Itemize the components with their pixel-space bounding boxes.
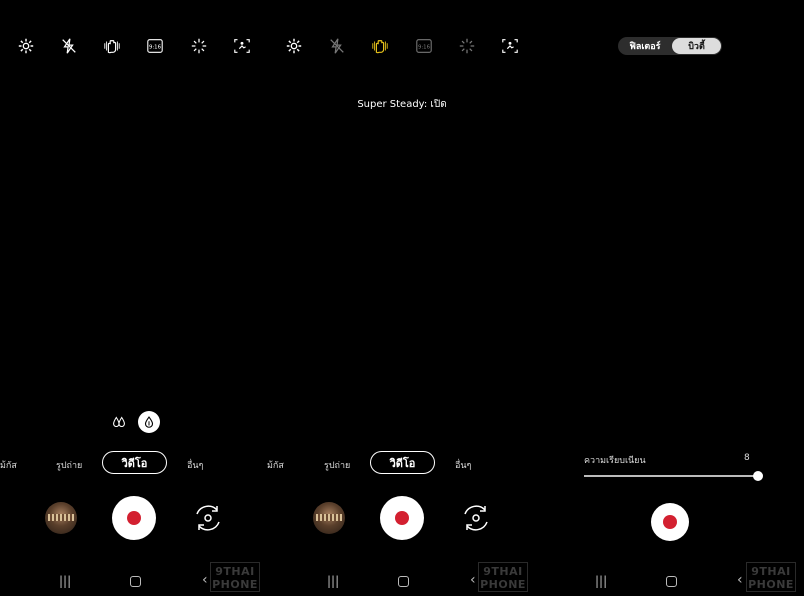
super-steady-icon[interactable] <box>371 37 389 55</box>
watermark-line2: PHONE <box>748 578 794 591</box>
filter-tab[interactable]: ฟิลเตอร์ <box>618 37 672 55</box>
mode-video[interactable]: วิดีโอ <box>370 451 435 474</box>
home-icon[interactable] <box>398 576 409 587</box>
aspect-ratio-icon[interactable]: 9:16 <box>146 37 164 55</box>
gallery-thumbnail[interactable] <box>45 502 77 534</box>
smoothness-value: 8 <box>744 453 750 463</box>
gallery-thumbnail[interactable] <box>313 502 345 534</box>
beauty-tab[interactable]: บิวตี้ <box>672 38 721 54</box>
watermark-line1: 9THAI <box>215 565 255 578</box>
switch-camera-icon[interactable] <box>191 501 225 535</box>
recent-apps-icon[interactable]: ||| <box>327 574 339 588</box>
watermark: 9THAI PHONE <box>210 562 260 592</box>
switch-camera-icon[interactable] <box>459 501 493 535</box>
settings-icon[interactable] <box>17 37 35 55</box>
home-icon[interactable] <box>666 576 677 587</box>
flash-off-icon[interactable] <box>60 37 78 55</box>
stabilizer-off-icon[interactable] <box>110 413 128 431</box>
motion-icon[interactable] <box>501 37 519 55</box>
mode-more[interactable]: อื่นๆ <box>455 458 471 472</box>
back-icon[interactable]: ‹ <box>470 572 476 588</box>
watermark: 9THAI PHONE <box>746 562 796 592</box>
recent-apps-icon[interactable]: ||| <box>595 574 607 588</box>
watermark-line2: PHONE <box>212 578 258 591</box>
settings-icon[interactable] <box>285 37 303 55</box>
effects-icon[interactable] <box>190 37 208 55</box>
watermark-line1: 9THAI <box>751 565 791 578</box>
record-dot <box>127 511 141 525</box>
record-button[interactable] <box>651 503 689 541</box>
effects-icon[interactable] <box>458 37 476 55</box>
svg-text:9:16: 9:16 <box>149 44 162 50</box>
watermark-line2: PHONE <box>480 578 526 591</box>
recent-apps-icon[interactable]: ||| <box>59 574 71 588</box>
super-steady-icon[interactable] <box>103 37 121 55</box>
watermark-line1: 9THAI <box>483 565 523 578</box>
mode-video[interactable]: วิดีโอ <box>102 451 167 474</box>
stabilizer-on-button[interactable] <box>138 411 160 433</box>
motion-icon[interactable] <box>233 37 251 55</box>
flash-off-icon[interactable] <box>328 37 346 55</box>
aspect-ratio-icon[interactable]: 9:16 <box>415 37 433 55</box>
filter-beauty-toggle[interactable]: ฟิลเตอร์ บิวตี้ <box>618 37 722 55</box>
back-icon[interactable]: ‹ <box>737 572 743 588</box>
mode-photo[interactable]: รูปถ่าย <box>324 458 350 472</box>
super-steady-toast: Super Steady: เปิด <box>357 99 447 110</box>
mode-focus[interactable]: ม้กัส <box>0 458 17 472</box>
record-button[interactable] <box>380 496 424 540</box>
record-dot <box>395 511 409 525</box>
record-button[interactable] <box>112 496 156 540</box>
mode-focus[interactable]: ม้กัส <box>267 458 284 472</box>
smoothness-label: ความเรียบเนียน <box>584 456 646 466</box>
record-dot <box>663 515 677 529</box>
svg-text:9:16: 9:16 <box>418 44 431 50</box>
back-icon[interactable]: ‹ <box>202 572 208 588</box>
mode-more[interactable]: อื่นๆ <box>187 458 203 472</box>
home-icon[interactable] <box>130 576 141 587</box>
stabilizer-on-icon <box>144 416 154 428</box>
smoothness-slider-track[interactable] <box>584 475 758 477</box>
watermark: 9THAI PHONE <box>478 562 528 592</box>
smoothness-slider-thumb[interactable] <box>753 471 763 481</box>
mode-photo[interactable]: รูปถ่าย <box>56 458 82 472</box>
